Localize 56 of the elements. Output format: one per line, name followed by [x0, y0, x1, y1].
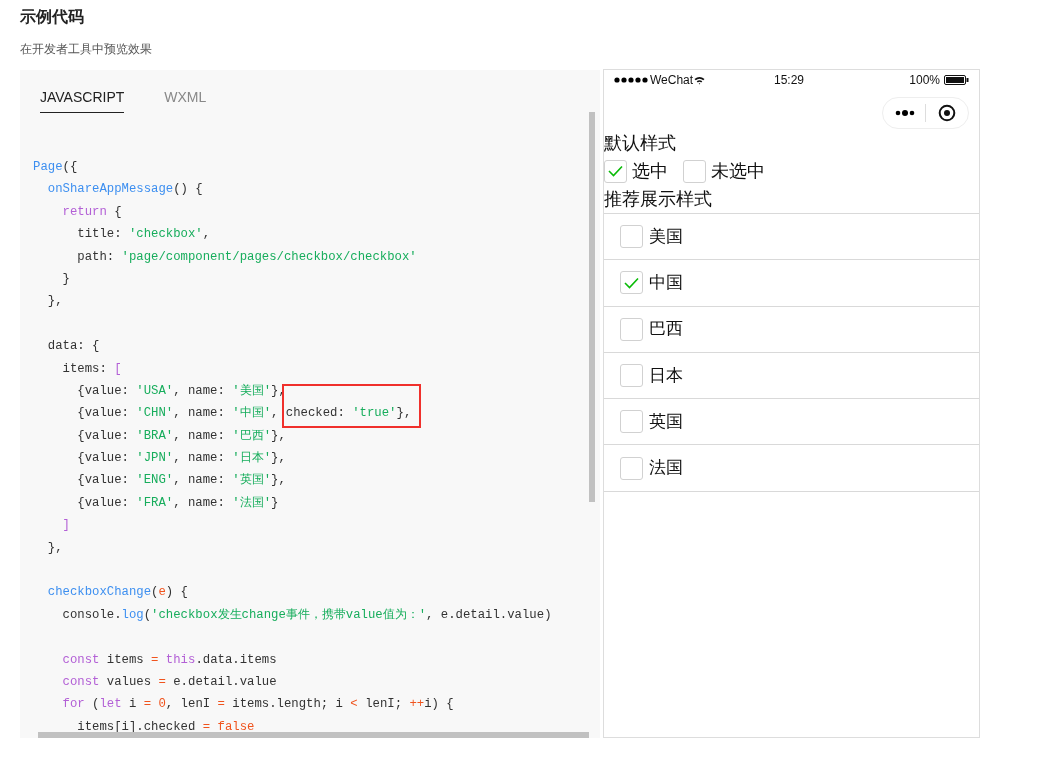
code-line: checkboxChange(e) { — [46, 585, 188, 600]
checkbox-label[interactable]: 选中 — [632, 157, 668, 185]
code-line: const values = e.detail.value — [61, 675, 277, 689]
code-line: {value: 'USA', name: '美国'}, — [76, 383, 286, 398]
checkbox-label[interactable]: 法国 — [649, 455, 683, 481]
check-icon — [608, 165, 623, 177]
section-heading: 示例代码 — [20, 7, 85, 27]
checkbox[interactable] — [604, 159, 627, 183]
section-title: 默认样式 — [604, 132, 676, 155]
code-line: {value: 'ENG', name: '英国'}, — [76, 473, 286, 488]
carrier-name: WeChat — [650, 72, 694, 89]
section-title: 推荐展示样式 — [604, 188, 712, 211]
more-icon[interactable] — [895, 110, 915, 116]
checkbox-label[interactable]: 中国 — [649, 270, 683, 296]
code-line: onShareAppMessage() { — [46, 182, 203, 197]
checkbox-label[interactable]: 日本 — [649, 362, 683, 389]
horizontal-scrollbar[interactable] — [38, 732, 589, 738]
code-tab[interactable]: JAVASCRIPT — [40, 82, 125, 113]
code-line: path: 'page/component/pages/checkbox/checkbox' — [76, 249, 417, 264]
vertical-scrollbar[interactable] — [589, 112, 595, 502]
checkbox[interactable] — [620, 271, 643, 295]
code-line: }, — [46, 540, 63, 555]
checkbox[interactable] — [683, 159, 706, 183]
code-line: data: { — [46, 339, 100, 354]
code-line: } — [61, 271, 70, 286]
close-icon[interactable] — [938, 104, 956, 122]
code-line: return { — [61, 204, 122, 219]
checkbox-label[interactable]: 美国 — [649, 223, 683, 250]
code-line: items: [ — [61, 361, 122, 376]
signal-icon — [614, 77, 650, 83]
section-subheading: 在开发者工具中预览效果 — [20, 41, 152, 57]
battery-percent: 100% — [909, 72, 940, 89]
checkbox[interactable] — [620, 410, 643, 434]
battery-icon — [944, 75, 969, 85]
checkbox-label[interactable]: 英国 — [649, 409, 683, 435]
code-line: for (let i = 0, lenI = items.length; i < lenI; ++i) { — [61, 697, 454, 712]
code-line: ] — [61, 518, 70, 533]
code-line: }, — [46, 294, 63, 309]
code-line: {value: 'BRA', name: '巴西'}, — [76, 428, 286, 443]
checkbox[interactable] — [620, 456, 643, 480]
code-line: items[i].checked = false — [76, 719, 255, 734]
wifi-icon — [694, 75, 706, 85]
checkbox[interactable] — [620, 317, 643, 341]
check-icon — [624, 276, 639, 289]
code-line: {value: 'FRA', name: '法国'} — [76, 495, 279, 510]
code-line: Page({ — [33, 160, 78, 174]
clock-time: 15:29 — [774, 72, 806, 89]
code-line: const items = this.data.items — [61, 652, 277, 667]
checkbox-label[interactable]: 巴西 — [649, 316, 683, 342]
checkbox[interactable] — [620, 364, 643, 388]
checkbox[interactable] — [620, 225, 643, 249]
code-line: console.log('checkbox发生change事件，携带value值为：', e.detail.value) — [61, 607, 552, 622]
checkbox-label[interactable]: 未选中 — [711, 157, 765, 185]
code-line: {value: 'CHN', name: '中国', checked: 'true'}, — [76, 406, 412, 421]
code-line: title: 'checkbox', — [76, 227, 211, 242]
code-line: {value: 'JPN', name: '日本'}, — [76, 451, 286, 466]
